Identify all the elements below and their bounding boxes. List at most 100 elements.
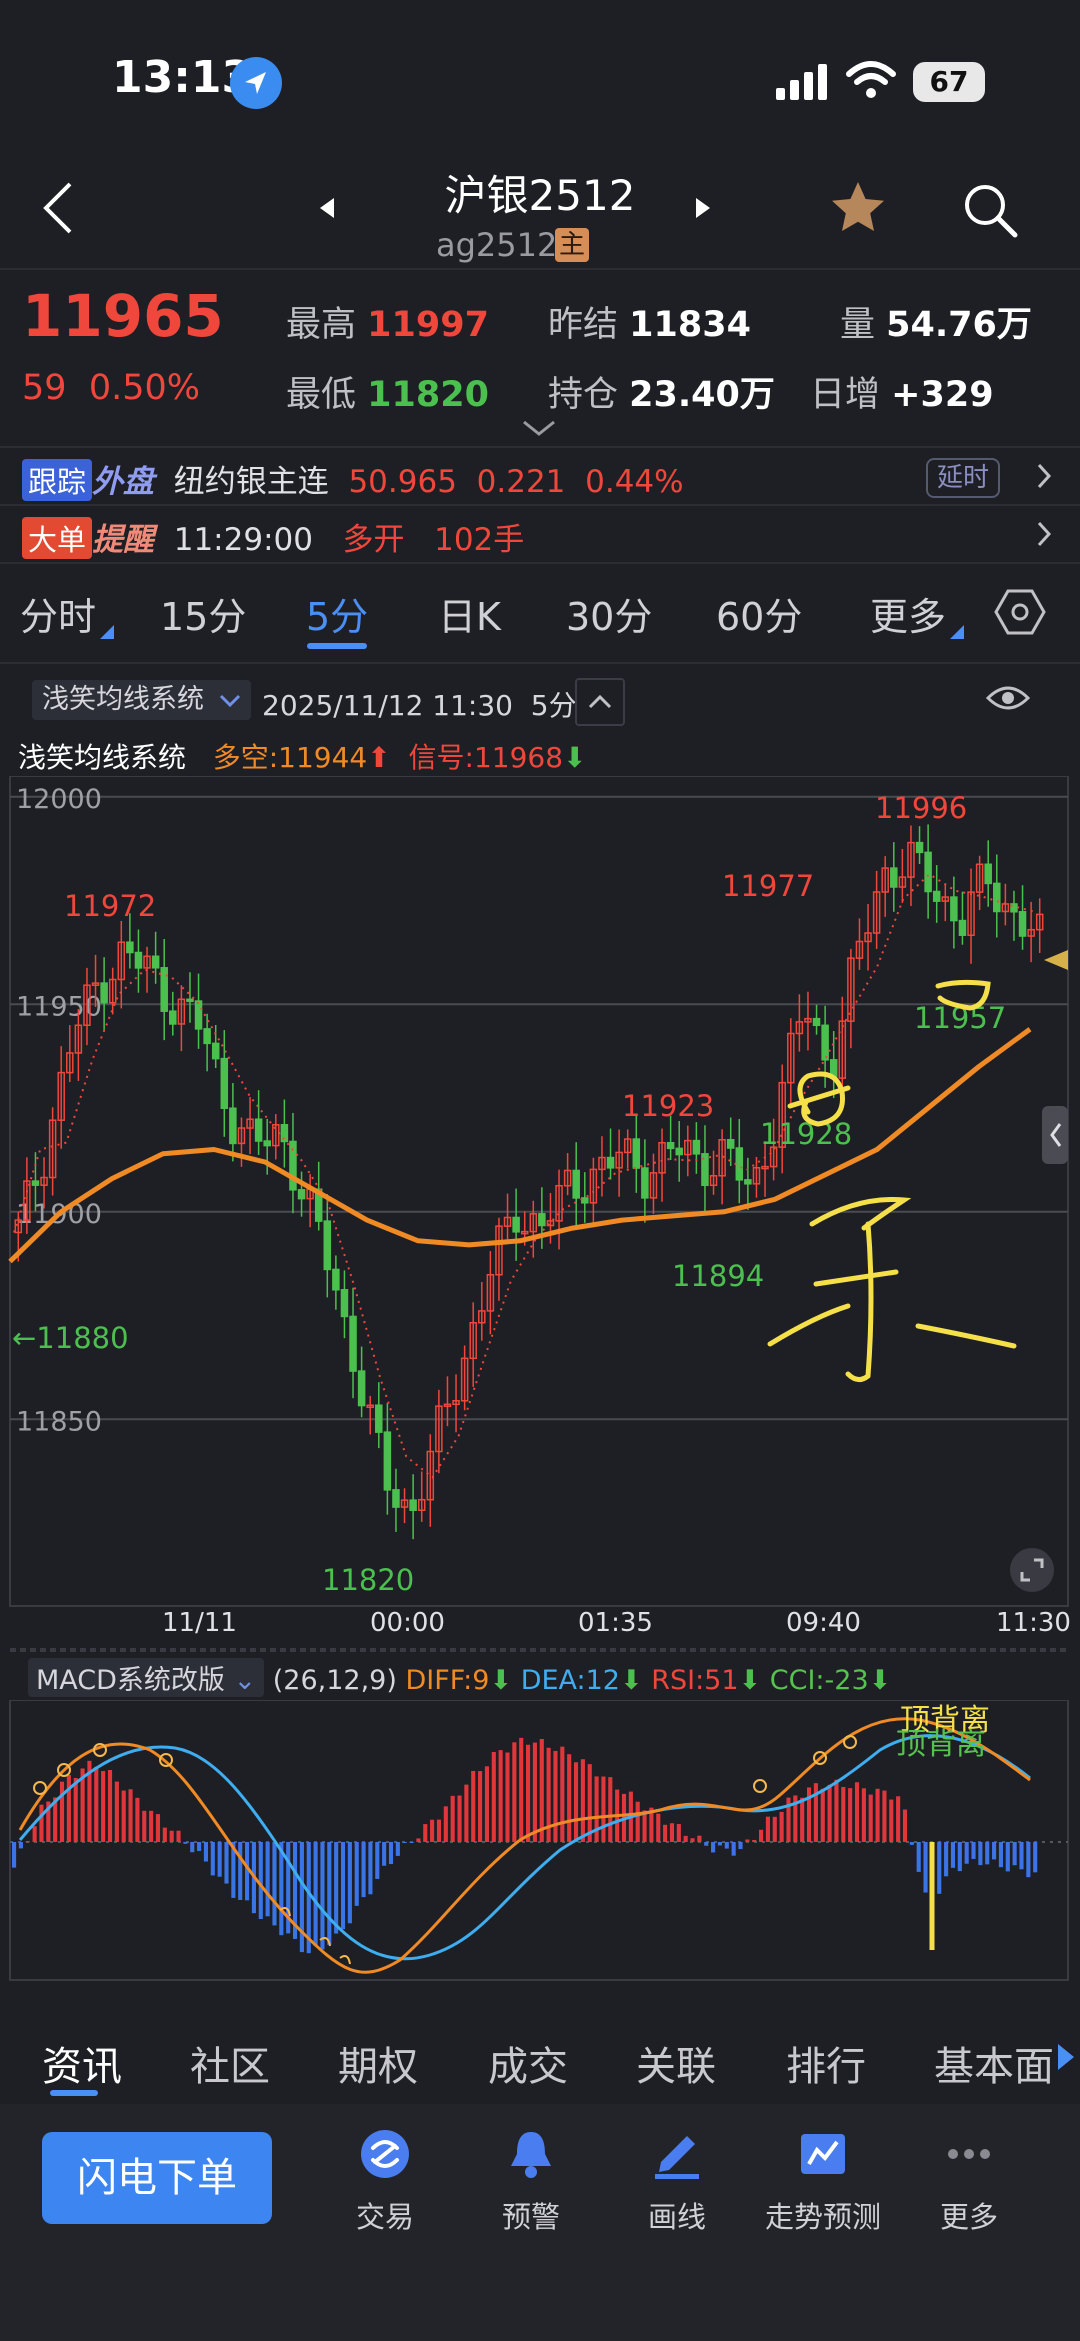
divergence-note: 顶背离 <box>896 1727 986 1762</box>
collapse-chart-button[interactable] <box>575 678 625 726</box>
macd-bar <box>210 1842 215 1876</box>
macd-legend: MACD系统改版 ⌄ (26,12,9) DIFF:9⬇ DEA:12⬇ RSI… <box>28 1658 891 1697</box>
x-tick-label: 01:35 <box>578 1608 653 1638</box>
eye-icon[interactable] <box>985 682 1031 718</box>
kline-chart[interactable]: 12000119501190011850 11972 11820 11923 1… <box>0 776 1080 1626</box>
candle-body <box>692 1139 701 1155</box>
macd-bar <box>258 1842 263 1920</box>
macd-histogram <box>12 1737 1038 1954</box>
macd-bar <box>190 1842 195 1853</box>
search-icon[interactable] <box>960 180 1020 244</box>
x-tick-label: 11:30 <box>996 1608 1071 1638</box>
chevron-right-icon[interactable] <box>1036 462 1052 494</box>
macd-bar <box>416 1838 421 1842</box>
signal-icon <box>776 62 834 106</box>
candle-body <box>297 1189 306 1200</box>
scroll-right-icon[interactable] <box>1056 2042 1076 2076</box>
macd-bar <box>183 1842 188 1844</box>
macd-bar <box>580 1759 585 1842</box>
tab-timeshare[interactable]: 分时 <box>20 586 96 641</box>
candle-body <box>229 1107 237 1145</box>
indicator-legend: 浅笑均线系统 多空:11944⬆ 信号:11968⬇ <box>18 741 587 774</box>
tab-trades[interactable]: 成交 <box>488 2034 568 2092</box>
macd-bar <box>162 1827 167 1842</box>
dock-trade[interactable]: 交易 <box>310 2128 460 2236</box>
expand-quote-icon[interactable] <box>522 420 556 442</box>
last-price: 11965 <box>22 282 224 350</box>
tab-30min[interactable]: 30分 <box>566 586 652 641</box>
settings-hexagon-icon[interactable] <box>994 588 1046 640</box>
external-market-row[interactable]: 跟踪 外盘 纽约银主连 50.965 0.221 0.44% <box>22 456 684 501</box>
macd-bar <box>1019 1842 1024 1870</box>
macd-bar <box>478 1771 483 1842</box>
tab-related[interactable]: 关联 <box>636 2034 716 2092</box>
tab-fundamentals[interactable]: 基本面 <box>934 2034 1054 2092</box>
candle-body <box>572 1169 580 1199</box>
macd-bar <box>155 1814 161 1842</box>
chart-grid <box>10 795 1068 1421</box>
y-tick-label: 12000 <box>16 784 102 815</box>
macd-select[interactable]: MACD系统改版 ⌄ <box>28 1658 265 1697</box>
macd-bar <box>361 1842 366 1898</box>
macd-bar <box>738 1842 743 1850</box>
macd-bar <box>902 1809 908 1842</box>
ma-system-select[interactable]: 浅笑均线系统 <box>32 680 251 720</box>
candle-body <box>375 1404 383 1433</box>
macd-bar <box>608 1777 613 1842</box>
main-contract-badge: 主 <box>555 228 589 262</box>
tab-options[interactable]: 期权 <box>338 2034 418 2092</box>
tab-daily-k[interactable]: 日K <box>438 586 501 641</box>
favorite-star-icon[interactable] <box>828 178 888 242</box>
dock-more[interactable]: 更多 <box>894 2128 1044 2236</box>
dock-alert[interactable]: 预警 <box>456 2128 606 2236</box>
candle-body <box>735 1147 744 1181</box>
dock-draw[interactable]: 画线 <box>602 2128 752 2236</box>
candle-body <box>332 1268 340 1291</box>
side-panel-toggle[interactable] <box>1042 1106 1068 1164</box>
macd-chart[interactable]: 顶背离 顶背离 <box>0 1700 1080 1986</box>
candle-body <box>984 863 992 885</box>
macd-bar <box>526 1744 531 1842</box>
annotation-low-11820: 11820 <box>322 1563 414 1597</box>
macd-bar <box>916 1842 921 1872</box>
macd-bar <box>656 1813 661 1842</box>
candle-body <box>512 1216 520 1233</box>
tab-60min[interactable]: 60分 <box>716 586 802 641</box>
big-order-row[interactable]: 大单 提醒 11:29:00 多开 102手 <box>22 514 524 559</box>
dock-forecast[interactable]: 走势预测 <box>748 2128 898 2236</box>
candle-body <box>323 1220 332 1271</box>
macd-bar <box>848 1788 853 1842</box>
macd-bar <box>18 1842 23 1849</box>
tab-more[interactable]: 更多 <box>870 586 946 641</box>
tab-community[interactable]: 社区 <box>190 2034 270 2092</box>
macd-bar <box>12 1842 17 1868</box>
dea-line <box>18 1734 1031 1961</box>
candle-body <box>726 1139 735 1149</box>
active-tab-indicator <box>307 643 367 649</box>
macd-bar <box>121 1790 126 1842</box>
active-tab-indicator <box>50 2090 98 2096</box>
candle-body <box>203 1028 211 1045</box>
macd-bar <box>498 1750 503 1842</box>
next-contract-icon[interactable] <box>694 196 712 224</box>
fullscreen-button[interactable] <box>1010 1548 1054 1592</box>
divider <box>0 662 1080 664</box>
macd-bar <box>107 1770 113 1842</box>
tab-ranking[interactable]: 排行 <box>786 2034 866 2092</box>
candle-body <box>357 1370 366 1407</box>
candle-body <box>538 1213 546 1227</box>
tracking-badge: 跟踪 <box>22 459 93 501</box>
tab-5min[interactable]: 5分 <box>306 586 368 641</box>
time-scrollbar[interactable] <box>10 1648 1068 1652</box>
macd-bar <box>985 1842 990 1865</box>
annotation-11996: 11996 <box>875 791 967 825</box>
tab-15min[interactable]: 15分 <box>160 586 246 641</box>
flash-order-button[interactable]: 闪电下单 <box>42 2132 272 2224</box>
macd-bar <box>354 1842 359 1906</box>
chevron-right-icon[interactable] <box>1036 520 1052 552</box>
macd-bar <box>759 1829 764 1842</box>
macd-bar <box>573 1762 579 1842</box>
y-tick-label: 11850 <box>16 1406 102 1437</box>
tab-news[interactable]: 资讯 <box>42 2034 122 2092</box>
candle-body <box>409 1499 417 1511</box>
